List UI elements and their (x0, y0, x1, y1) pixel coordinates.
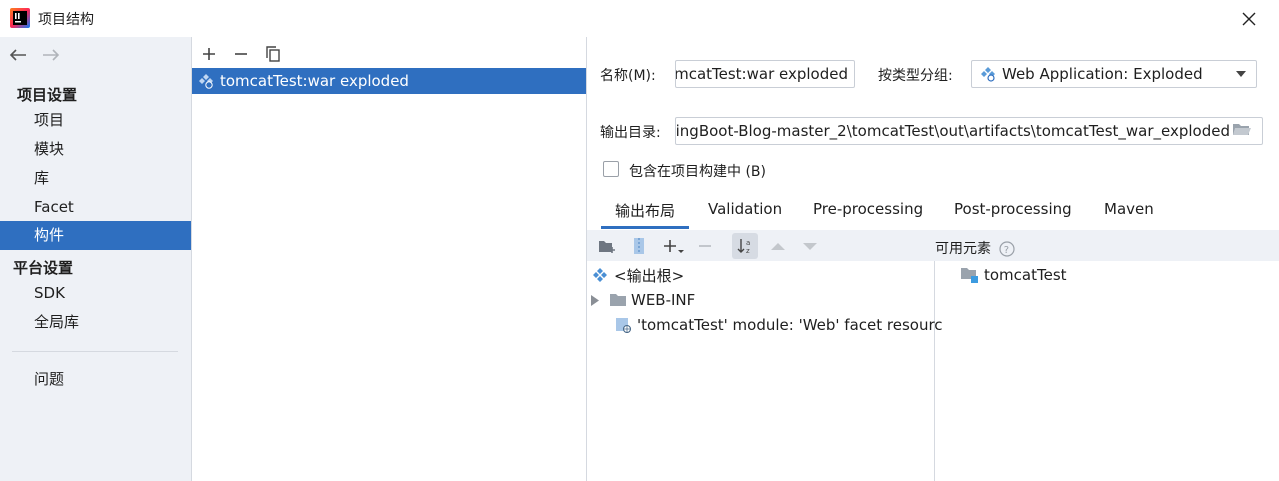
minus-icon (699, 245, 711, 247)
available-elements-label: 可用元素 ? (935, 238, 1016, 258)
output-root-icon (592, 267, 608, 283)
available-elements-tree: tomcatTest (935, 261, 1279, 481)
module-folder-icon (960, 267, 978, 283)
include-in-build-checkbox[interactable] (603, 161, 619, 177)
sidebar-item-libraries[interactable]: 库 (0, 164, 191, 193)
sort-alpha-icon: az (737, 239, 750, 255)
available-elements-text: 可用元素 (935, 241, 991, 257)
tree-item-label: WEB-INF (631, 291, 696, 309)
sidebar-item-sdk[interactable]: SDK (0, 279, 191, 308)
output-layout-toolbar: az 可用元素 ? (587, 230, 1279, 261)
arrow-down-icon (803, 242, 817, 250)
output-directory-label: 输出目录: (600, 125, 661, 141)
tree-item-label: <输出根> (614, 266, 685, 285)
chevron-down-icon (1236, 71, 1246, 78)
folder-icon (609, 293, 627, 307)
web-facet-icon (615, 317, 633, 333)
copy-icon (266, 46, 280, 62)
move-down-button[interactable] (797, 233, 823, 259)
sidebar-divider (12, 351, 178, 352)
artifact-type-select[interactable]: Web Application: Exploded (971, 60, 1257, 88)
plus-icon (203, 48, 215, 60)
minus-icon (235, 53, 247, 55)
tab-post-processing[interactable]: Post-processing (954, 200, 1072, 226)
sidebar-item-facets[interactable]: Facet (0, 193, 191, 222)
svg-text:z: z (746, 247, 750, 255)
browse-folder-button[interactable] (1232, 121, 1256, 141)
artifact-label: tomcatTest:war exploded (220, 72, 409, 90)
output-layout-tree: <输出根> WEB-INF 'tomcatTest' module: 'Web'… (587, 261, 943, 481)
move-up-button[interactable] (765, 233, 791, 259)
sidebar-item-global-libraries[interactable]: 全局库 (0, 308, 191, 337)
artifact-list-item[interactable]: tomcatTest:war exploded (192, 68, 586, 94)
add-copy-of-button[interactable] (659, 233, 689, 259)
artifact-details-panel: 名称(M): tomcatTest:war exploded 按类型分组: We… (587, 37, 1279, 481)
svg-text:?: ? (1004, 245, 1009, 256)
close-icon (1242, 12, 1256, 26)
plus-dropdown-icon (664, 240, 684, 253)
forward-button[interactable] (40, 44, 62, 66)
svg-text:a: a (746, 239, 750, 247)
artifact-type-value: Web Application: Exploded (1002, 65, 1203, 83)
archive-icon (634, 238, 644, 254)
create-archive-button[interactable] (626, 233, 652, 259)
tree-item-web-facet-resources[interactable]: 'tomcatTest' module: 'Web' facet resourc (615, 313, 943, 337)
artifact-list-panel: tomcatTest:war exploded (192, 37, 587, 481)
remove-element-button[interactable] (692, 233, 718, 259)
help-icon[interactable]: ? (999, 241, 1016, 257)
tab-pre-processing[interactable]: Pre-processing (813, 200, 923, 226)
web-artifact-icon (198, 73, 214, 89)
arrow-right-icon (43, 49, 60, 61)
sort-elements-button[interactable]: az (732, 233, 758, 259)
project-settings-header: 项目设置 (17, 86, 78, 104)
tab-validation[interactable]: Validation (708, 200, 782, 226)
tree-item-label: 'tomcatTest' module: 'Web' facet resourc (637, 316, 943, 334)
include-in-build-label: 包含在项目构建中 (B) (629, 164, 766, 180)
title-bar: 项目结构 (0, 0, 1279, 37)
remove-artifact-button[interactable] (228, 41, 254, 67)
arrow-up-icon (771, 242, 785, 250)
platform-settings-header: 平台设置 (13, 259, 74, 277)
back-button[interactable] (7, 44, 29, 66)
type-label: 按类型分组: (878, 68, 953, 84)
web-artifact-icon (980, 66, 996, 82)
output-directory-input[interactable]: D:\SpringBoot-Blog-master_2\tomcatTest\o… (675, 117, 1263, 145)
sidebar-item-problems[interactable]: 问题 (0, 365, 191, 394)
copy-artifact-button[interactable] (260, 41, 286, 67)
window-title: 项目结构 (38, 12, 94, 28)
tab-output-layout[interactable]: 输出布局 (601, 200, 690, 229)
name-label: 名称(M): (600, 68, 656, 84)
tree-item-label: tomcatTest (984, 266, 1067, 284)
close-window-button[interactable] (1236, 6, 1262, 32)
create-directory-button[interactable] (594, 233, 620, 259)
new-folder-icon (599, 241, 615, 253)
artifact-name-input[interactable]: tomcatTest:war exploded (675, 60, 855, 88)
tree-item-output-root[interactable]: <输出根> (592, 263, 684, 287)
intellij-logo-icon (10, 8, 30, 28)
available-item-module[interactable]: tomcatTest (960, 263, 1067, 287)
sidebar-item-artifacts[interactable]: 构件 (0, 221, 191, 250)
arrow-left-icon (9, 49, 26, 61)
tab-maven[interactable]: Maven (1104, 200, 1154, 226)
expand-arrow-icon[interactable] (591, 294, 599, 306)
tree-item-web-inf[interactable]: WEB-INF (591, 288, 695, 312)
folder-open-icon (1233, 124, 1251, 135)
sidebar-item-modules[interactable]: 模块 (0, 135, 191, 164)
settings-sidebar: 项目设置 项目 模块 库 Facet 构件 平台设置 SDK 全局库 问题 (0, 37, 192, 481)
add-artifact-button[interactable] (196, 41, 222, 67)
sidebar-item-project[interactable]: 项目 (0, 106, 191, 135)
